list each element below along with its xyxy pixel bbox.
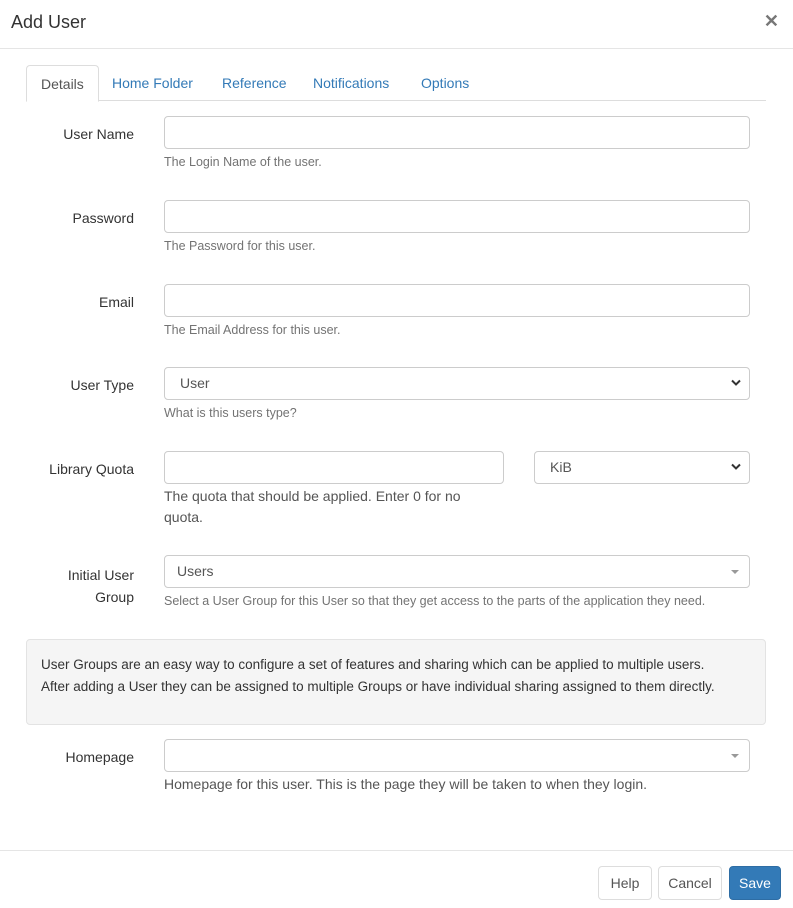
info-line-2: After adding a User they can be assigned… bbox=[41, 679, 715, 694]
caret-down-icon bbox=[731, 570, 739, 574]
password-input[interactable] bbox=[164, 200, 750, 233]
cancel-button[interactable]: Cancel bbox=[658, 866, 722, 900]
tab-home-folder[interactable]: Home Folder bbox=[112, 65, 193, 101]
homepage-select[interactable] bbox=[164, 739, 750, 772]
library-quota-help: The quota that should be applied. Enter … bbox=[164, 488, 461, 525]
tab-bar: Details Home Folder Reference Notificati… bbox=[26, 65, 766, 102]
user-type-label: User Type bbox=[70, 377, 134, 393]
user-groups-info: User Groups are an easy way to configure… bbox=[26, 639, 766, 725]
library-quota-label: Library Quota bbox=[49, 461, 134, 477]
modal-header: Add User ✕ bbox=[0, 0, 793, 49]
quota-unit-value: KiB bbox=[550, 459, 572, 475]
chevron-down-icon bbox=[731, 368, 741, 399]
user-name-help: The Login Name of the user. bbox=[164, 155, 322, 169]
tab-options[interactable]: Options bbox=[421, 65, 469, 101]
quota-unit-select[interactable]: KiB bbox=[534, 451, 750, 484]
tab-details[interactable]: Details bbox=[26, 65, 99, 102]
email-input[interactable] bbox=[164, 284, 750, 317]
homepage-label: Homepage bbox=[65, 749, 135, 765]
save-button[interactable]: Save bbox=[729, 866, 781, 900]
homepage-help: Homepage for this user. This is the page… bbox=[164, 776, 648, 792]
user-type-select[interactable]: User bbox=[164, 367, 750, 400]
tab-reference[interactable]: Reference bbox=[222, 65, 287, 101]
caret-down-icon bbox=[731, 754, 739, 758]
dialog-title: Add User bbox=[11, 12, 87, 32]
user-name-label: User Name bbox=[63, 126, 134, 142]
modal-footer: Help Cancel Save bbox=[0, 850, 793, 908]
user-name-input[interactable] bbox=[164, 116, 750, 149]
email-label: Email bbox=[98, 294, 134, 310]
tab-notifications[interactable]: Notifications bbox=[313, 65, 389, 101]
initial-user-group-label-line1: Initial User bbox=[67, 567, 134, 583]
password-label: Password bbox=[72, 210, 134, 226]
chevron-down-icon bbox=[731, 452, 741, 483]
library-quota-input[interactable] bbox=[164, 451, 504, 484]
user-type-help: What is this users type? bbox=[164, 406, 297, 420]
initial-user-group-label-line2: Group bbox=[95, 589, 134, 605]
info-line-1: User Groups are an easy way to configure… bbox=[41, 657, 705, 672]
password-help: The Password for this user. bbox=[164, 239, 316, 253]
close-icon[interactable]: ✕ bbox=[764, 12, 779, 30]
initial-user-group-value: Users bbox=[177, 563, 214, 579]
email-help: The Email Address for this user. bbox=[164, 323, 341, 337]
help-button[interactable]: Help bbox=[598, 866, 652, 900]
initial-user-group-help: Select a User Group for this User so tha… bbox=[164, 594, 706, 608]
initial-user-group-label: Initial User Group bbox=[0, 564, 134, 608]
user-type-value: User bbox=[180, 375, 210, 391]
initial-user-group-select[interactable]: Users bbox=[164, 555, 750, 588]
